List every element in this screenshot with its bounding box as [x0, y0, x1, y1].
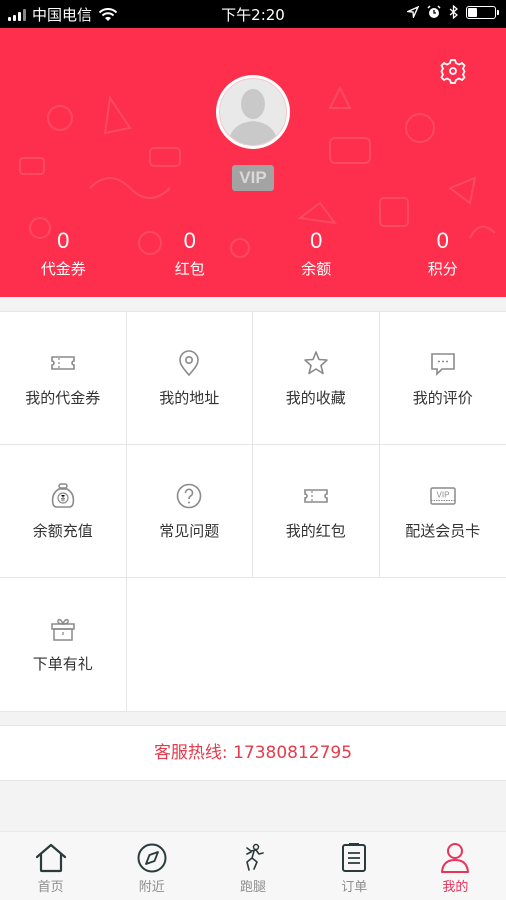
menu-item-favorites[interactable]: 我的收藏 — [253, 312, 380, 445]
stat-label: 红包 — [174, 260, 205, 278]
status-bar: 中国电信 下午2:20 — [0, 0, 506, 28]
empty-cell — [253, 578, 380, 711]
location-arrow-icon — [407, 6, 419, 18]
stat-vouchers[interactable]: 0 代金券 — [0, 228, 127, 279]
ticket-icon — [49, 349, 77, 377]
stat-balance[interactable]: 0 余额 — [253, 228, 380, 279]
tab-label: 我的 — [442, 880, 469, 895]
menu-item-order-gift[interactable]: 下单有礼 — [0, 578, 127, 711]
tab-home[interactable]: 首页 — [0, 832, 101, 900]
menu-item-label: 我的评价 — [412, 388, 473, 407]
order-list-icon — [342, 843, 367, 872]
menu-item-red-packets[interactable]: 我的红包 — [253, 445, 380, 578]
tab-label: 跑腿 — [240, 880, 267, 895]
vip-card-icon: VIP — [429, 482, 457, 510]
menu-item-vip-card[interactable]: VIP 配送会员卡 — [379, 445, 506, 578]
menu-item-label: 我的红包 — [285, 521, 346, 540]
tab-orders[interactable]: 订单 — [304, 832, 405, 900]
user-icon — [441, 843, 470, 873]
menu-item-label: 我的地址 — [159, 388, 220, 407]
stats-row: 0 代金券 0 红包 0 余额 0 积分 — [0, 228, 506, 279]
stat-label: 余额 — [301, 260, 332, 278]
menu-item-label: 配送会员卡 — [405, 521, 481, 540]
tab-label: 首页 — [37, 880, 64, 895]
home-icon — [35, 843, 66, 873]
settings-gear-icon[interactable] — [440, 58, 466, 84]
stat-value: 0 — [436, 228, 449, 253]
tab-label: 订单 — [341, 880, 368, 895]
question-icon — [175, 482, 203, 510]
menu-grid: 我的代金券 我的地址 我的收藏 我的评价 余额充值 常见问题 我的红包 VIP … — [0, 311, 506, 712]
menu-item-label: 我的代金券 — [25, 388, 101, 407]
customer-service-hotline[interactable]: 客服热线: 17380812795 — [0, 725, 506, 781]
menu-item-vouchers[interactable]: 我的代金券 — [0, 312, 127, 445]
menu-item-label: 我的收藏 — [285, 388, 346, 407]
stat-value: 0 — [57, 228, 70, 253]
ticket-icon — [302, 482, 330, 510]
alarm-icon — [427, 5, 441, 18]
star-icon — [302, 349, 330, 377]
stat-value: 0 — [310, 228, 323, 253]
menu-item-label: 常见问题 — [159, 521, 220, 540]
svg-text:VIP: VIP — [436, 490, 449, 499]
profile-header: VIP 0 代金券 0 红包 0 余额 0 积分 — [0, 28, 506, 297]
comment-icon — [429, 349, 457, 377]
menu-item-label: 下单有礼 — [32, 655, 93, 673]
location-pin-icon — [175, 349, 203, 377]
menu-item-reviews[interactable]: 我的评价 — [379, 312, 506, 445]
stat-points[interactable]: 0 积分 — [380, 228, 506, 279]
stat-value: 0 — [183, 228, 196, 253]
money-bag-icon — [49, 482, 77, 510]
avatar[interactable] — [216, 75, 290, 149]
vip-badge: VIP — [232, 165, 274, 191]
stat-label: 代金券 — [40, 260, 86, 278]
menu-item-recharge[interactable]: 余额充值 — [0, 445, 127, 578]
battery-icon — [466, 5, 499, 19]
default-user-silhouette-icon — [228, 89, 278, 145]
bottom-tab-bar: 首页 附近 跑腿 订单 我的 — [0, 831, 506, 900]
tab-errand[interactable]: 跑腿 — [202, 832, 303, 900]
stat-label: 积分 — [427, 260, 458, 278]
stat-red-packets[interactable]: 0 红包 — [127, 228, 254, 279]
bluetooth-icon — [449, 5, 458, 19]
gift-icon — [49, 615, 77, 643]
empty-cell — [127, 578, 254, 711]
runner-icon — [246, 843, 264, 871]
menu-item-faq[interactable]: 常见问题 — [126, 445, 253, 578]
tab-label: 附近 — [138, 880, 165, 895]
menu-item-address[interactable]: 我的地址 — [126, 312, 253, 445]
tab-nearby[interactable]: 附近 — [101, 832, 202, 900]
compass-icon — [137, 843, 167, 873]
menu-item-label: 余额充值 — [32, 521, 93, 540]
tab-mine[interactable]: 我的 — [405, 832, 506, 900]
empty-cell — [380, 578, 506, 711]
